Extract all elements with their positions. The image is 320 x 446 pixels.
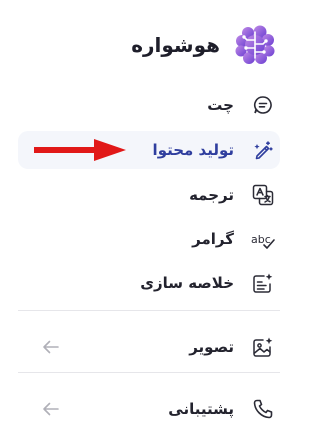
menu-label-image: تصویر (189, 338, 234, 356)
chat-bubble-icon (248, 90, 278, 120)
svg-text:abc: abc (251, 233, 271, 246)
arrow-left-icon (43, 340, 59, 354)
menu-divider (18, 372, 280, 373)
brain-logo-icon (235, 25, 275, 64)
app-title: هوشواره (131, 33, 220, 57)
support-expand-arrow[interactable] (40, 398, 62, 420)
menu-label-summary: خلاصه سازی (140, 274, 234, 292)
arrow-left-icon (43, 402, 59, 416)
app-brand: هوشواره (131, 20, 278, 70)
menu-label-support: پشتیبانی (168, 400, 234, 418)
image-sparkle-icon (248, 332, 278, 362)
annotation-arrow-icon (34, 139, 126, 161)
menu-item-chat[interactable]: چت (18, 86, 280, 124)
menu-item-summary[interactable]: خلاصه سازی (18, 264, 280, 302)
magic-pen-icon (248, 135, 278, 165)
menu-divider (18, 310, 280, 311)
menu-item-grammar[interactable]: abc گرامر (18, 220, 280, 258)
menu-item-translate[interactable]: ترجمه (18, 176, 280, 214)
abc-check-icon: abc (248, 224, 278, 254)
menu-label-chat: چت (207, 96, 234, 114)
menu-label-content-generation: تولید محتوا (152, 141, 234, 159)
phone-icon (248, 394, 278, 424)
image-expand-arrow[interactable] (40, 336, 62, 358)
summary-sparkle-icon (248, 268, 278, 298)
menu-label-translate: ترجمه (189, 186, 234, 204)
translate-icon (248, 180, 278, 210)
menu-label-grammar: گرامر (192, 230, 234, 248)
